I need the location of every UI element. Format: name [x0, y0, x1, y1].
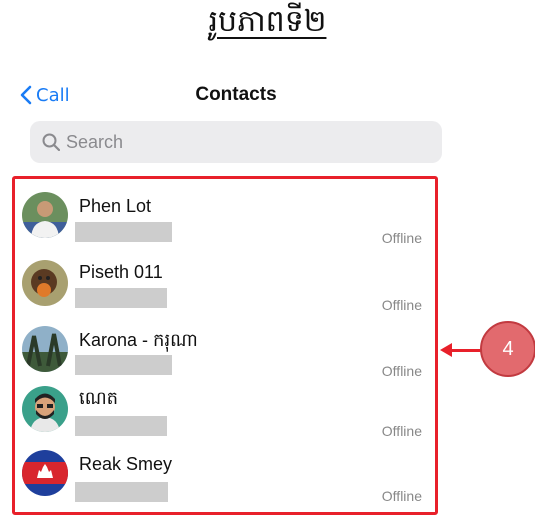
search-input[interactable] [66, 131, 416, 153]
nav-title: Contacts [195, 84, 277, 105]
search-icon [42, 133, 60, 151]
search-bar[interactable] [30, 121, 442, 163]
highlight-box [12, 176, 438, 515]
callout-arrow-line [449, 349, 482, 352]
page-title: រូបភាពទី២ [208, 4, 327, 39]
arrow-left-icon [440, 343, 452, 357]
callout-badge: 4 [480, 321, 535, 377]
